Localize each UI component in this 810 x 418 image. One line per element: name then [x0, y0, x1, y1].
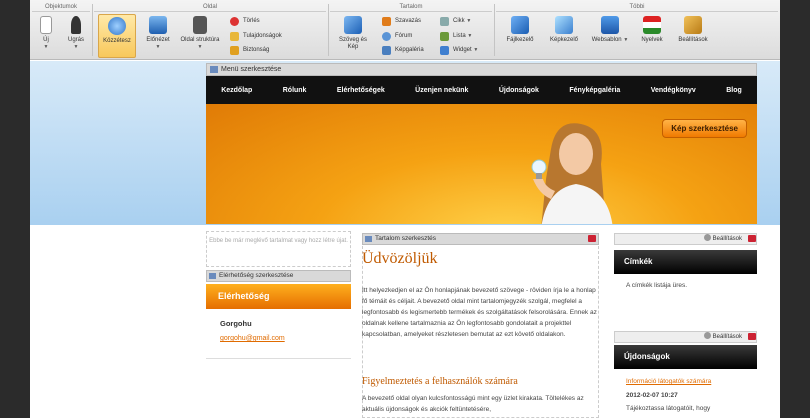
- gear-icon: [703, 234, 711, 241]
- chevron-down-icon: ▼: [466, 18, 472, 24]
- contact-edit-bar[interactable]: Elérhetőség szerkesztése: [206, 270, 351, 282]
- main-navigation: Kezdőlap Rólunk Elérhetőségek Üzenjen ne…: [206, 76, 757, 104]
- contact-email-link[interactable]: gorgohu@gmail.com: [220, 335, 285, 342]
- jump-button[interactable]: Ugrás ▼: [62, 14, 90, 58]
- woman-with-lightbulb-image: [531, 123, 613, 224]
- contact-title: Elérhetőség: [206, 284, 351, 309]
- security-button[interactable]: Biztonság: [230, 44, 269, 56]
- warning-text: A bevezető oldal olyan kulcsfontosságú m…: [362, 395, 584, 413]
- edit-icon: [365, 236, 372, 242]
- file-manager-icon: [511, 16, 529, 34]
- file-manager-button[interactable]: Fájlkezelő: [500, 14, 540, 58]
- poll-button[interactable]: Szavazás: [382, 15, 421, 27]
- chevron-down-icon: ▼: [623, 37, 629, 43]
- wrench-icon: [684, 16, 702, 34]
- page-structure-button[interactable]: Oldal struktúra ▼: [180, 14, 220, 58]
- chevron-down-icon: ▼: [73, 44, 79, 50]
- group-page: Oldal: [94, 3, 326, 12]
- edit-image-button[interactable]: Kép szerkesztése: [662, 119, 747, 138]
- article-icon: [440, 17, 449, 26]
- tags-empty-text: A címkék listája üres.: [626, 282, 688, 289]
- news-item-date: 2012-02-07 10:27: [626, 392, 678, 399]
- nav-item-about[interactable]: Rólunk: [283, 87, 307, 94]
- structure-icon: [193, 16, 207, 34]
- delete-button[interactable]: Törlés: [230, 15, 260, 27]
- news-settings-bar[interactable]: Beállítások: [614, 331, 757, 343]
- chevron-down-icon: ▼: [473, 47, 479, 53]
- tags-settings-bar[interactable]: Beállítások: [614, 233, 757, 245]
- nav-item-contacts[interactable]: Elérhetőségek: [337, 87, 385, 94]
- news-title: Újdonságok: [614, 345, 757, 369]
- contact-name: Gorgohu: [220, 319, 252, 328]
- close-icon[interactable]: [748, 333, 756, 340]
- poll-icon: [382, 17, 391, 26]
- monitor-icon: [149, 16, 167, 34]
- empty-placeholder[interactable]: Ebbe be már meglévő tartalmat vagy hozz …: [206, 231, 351, 267]
- template-icon: [601, 16, 619, 34]
- browser-frame: Objektumok Oldal Tartalom Többi Új ▼ Ugrá…: [30, 0, 780, 418]
- flags-icon: [643, 16, 661, 34]
- new-page-icon: [40, 16, 52, 34]
- widget-icon: [440, 46, 449, 55]
- widget-button[interactable]: Widget ▼: [440, 44, 478, 56]
- publish-icon: [108, 17, 126, 35]
- nav-item-guestbook[interactable]: Vendégkönyv: [651, 87, 696, 94]
- close-icon[interactable]: [748, 235, 756, 242]
- nav-item-blog[interactable]: Blog: [726, 87, 742, 94]
- delete-icon: [230, 17, 239, 26]
- text-image-icon: [344, 16, 362, 34]
- gallery-icon: [382, 46, 391, 55]
- forum-button[interactable]: Fórum: [382, 30, 412, 42]
- list-button[interactable]: Lista ▼: [440, 30, 472, 42]
- group-other: Többi: [496, 3, 778, 12]
- edit-icon: [210, 66, 218, 73]
- preview-button[interactable]: Előnézet ▼: [140, 14, 176, 58]
- page-title: Üdvözöljük: [362, 250, 438, 267]
- chevron-down-icon: ▼: [197, 44, 203, 50]
- chevron-down-icon: ▼: [467, 33, 473, 39]
- nav-item-message[interactable]: Üzenjen nekünk: [415, 87, 468, 94]
- properties-icon: [230, 32, 239, 41]
- ribbon-toolbar: Objektumok Oldal Tartalom Többi Új ▼ Ugrá…: [30, 0, 780, 60]
- nav-item-news[interactable]: Újdonságok: [499, 87, 539, 94]
- menu-edit-bar[interactable]: Menü szerkesztése: [206, 63, 757, 76]
- hero-banner: Kép szerkesztése: [206, 104, 757, 224]
- lock-icon: [230, 46, 239, 55]
- intro-text: Itt helyezkedjen el az Ön honlapjának be…: [362, 287, 597, 338]
- edit-icon: [209, 273, 216, 279]
- languages-button[interactable]: Nyelvek: [636, 14, 668, 58]
- gear-icon: [703, 332, 711, 339]
- image-manager-icon: [555, 16, 573, 34]
- article-button[interactable]: Cikk ▼: [440, 15, 471, 27]
- group-objects: Objektumok: [32, 3, 90, 12]
- news-item-link[interactable]: Információ látogatók számára: [626, 378, 711, 385]
- contact-box: Gorgohu gorgohu@gmail.com: [206, 309, 351, 359]
- publish-button[interactable]: Közzétesz: [98, 14, 136, 58]
- tags-title: Címkék: [614, 250, 757, 274]
- forum-icon: [382, 32, 391, 41]
- properties-button[interactable]: Tulajdonságok: [230, 30, 282, 42]
- news-item-text: Tájékoztassa látogatóit, hogy: [626, 405, 711, 412]
- content-edit-bar[interactable]: Tartalom szerkesztés: [362, 233, 599, 245]
- nav-item-home[interactable]: Kezdőlap: [221, 87, 252, 94]
- chevron-down-icon: ▼: [155, 44, 161, 50]
- gallery-button[interactable]: Képgaléria: [382, 44, 424, 56]
- chevron-down-icon: ▼: [43, 44, 49, 50]
- warning-heading: Figyelmeztetés a felhasználók számára: [362, 376, 518, 387]
- group-content: Tartalom: [330, 3, 492, 12]
- jump-icon: [71, 16, 81, 34]
- settings-button[interactable]: Beállítások: [670, 14, 716, 58]
- new-button[interactable]: Új ▼: [34, 14, 58, 58]
- list-icon: [440, 32, 449, 41]
- close-icon[interactable]: [588, 235, 596, 242]
- web-template-button[interactable]: Websablon ▼: [586, 14, 634, 58]
- image-manager-button[interactable]: Képkezelő: [544, 14, 584, 58]
- text-image-button[interactable]: Szöveg és Kép: [334, 14, 372, 58]
- nav-item-gallery[interactable]: Fényképgaléria: [569, 87, 620, 94]
